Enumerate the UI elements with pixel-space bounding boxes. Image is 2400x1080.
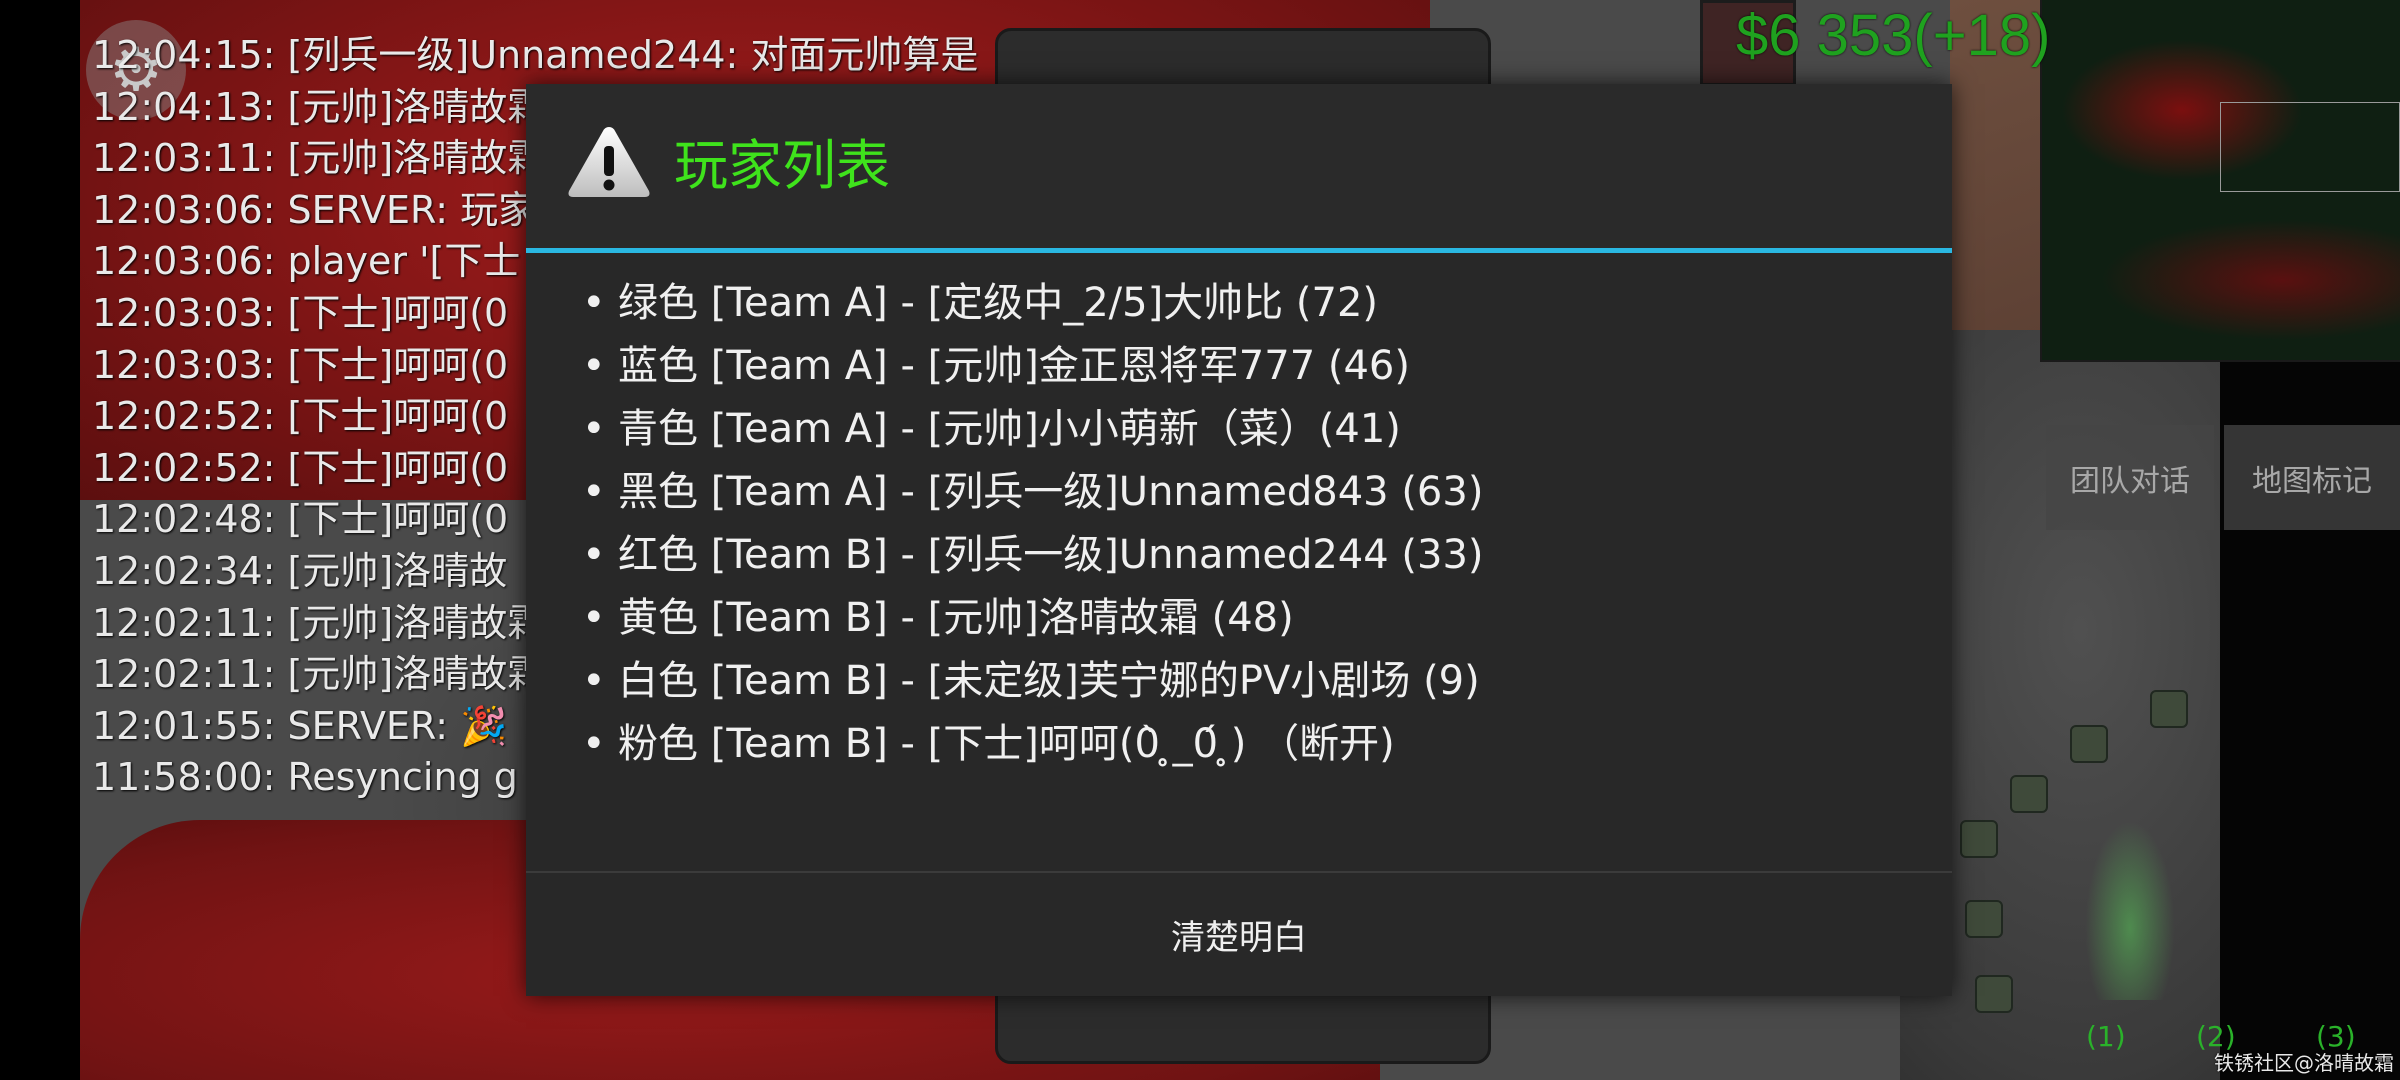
player-list-item: 青色 [Team A] - [元帅]小小萌新（菜）(41) xyxy=(582,398,1484,461)
game-unit[interactable] xyxy=(2150,690,2188,728)
player-list-item: 黑色 [Team A] - [列兵一级]Unnamed843 (63) xyxy=(582,461,1484,524)
smoke-effect xyxy=(2085,820,2175,1000)
money-counter: $6 353(+18) xyxy=(1736,3,2051,68)
player-list-item: 白色 [Team B] - [未定级]芙宁娜的PV小剧场 (9) xyxy=(582,650,1484,713)
chat-message: 12:04:15: [列兵一级]Unnamed244: 对面元帅算是 xyxy=(92,33,979,77)
game-unit[interactable] xyxy=(1975,975,2013,1013)
game-screen: ⚙ $6 353(+18) 团队对话 地图标记 (1) (2) (3) 12:0… xyxy=(0,0,2400,1080)
game-unit[interactable] xyxy=(2010,775,2048,813)
player-list-item: 蓝色 [Team A] - [元帅]金正恩将军777 (46) xyxy=(582,335,1484,398)
game-unit[interactable] xyxy=(1960,820,1998,858)
player-list-item: 粉色 [Team B] - [下士]呵呵(0̀ ̥_0́ ̥) （断开) xyxy=(582,713,1484,776)
screen-left-edge xyxy=(0,0,80,1080)
watermark: 铁锈社区@洛晴故霜 xyxy=(2214,1051,2394,1075)
dialog-header: 玩家列表 xyxy=(526,84,1952,250)
dialog-title: 玩家列表 xyxy=(674,134,890,197)
dialog-divider xyxy=(526,248,1952,253)
player-list-item: 红色 [Team B] - [列兵一级]Unnamed244 (33) xyxy=(582,524,1484,587)
player-list-item: 黄色 [Team B] - [元帅]洛晴故霜 (48) xyxy=(582,587,1484,650)
team-chat-button[interactable]: 团队对话 xyxy=(2046,425,2214,530)
minimap-viewport[interactable] xyxy=(2220,102,2400,192)
game-unit[interactable] xyxy=(2070,725,2108,763)
player-list: 绿色 [Team A] - [定级中_2/5]大帅比 (72) 蓝色 [Team… xyxy=(582,272,1484,776)
control-group-1[interactable]: (1) xyxy=(2086,1020,2126,1053)
game-unit[interactable] xyxy=(1965,900,2003,938)
warning-icon xyxy=(568,127,650,197)
confirm-button[interactable]: 清楚明白 xyxy=(526,873,1952,996)
player-list-dialog: 玩家列表 绿色 [Team A] - [定级中_2/5]大帅比 (72) 蓝色 … xyxy=(526,84,1952,996)
player-list-item: 绿色 [Team A] - [定级中_2/5]大帅比 (72) xyxy=(582,272,1484,335)
map-marker-button[interactable]: 地图标记 xyxy=(2224,425,2400,530)
